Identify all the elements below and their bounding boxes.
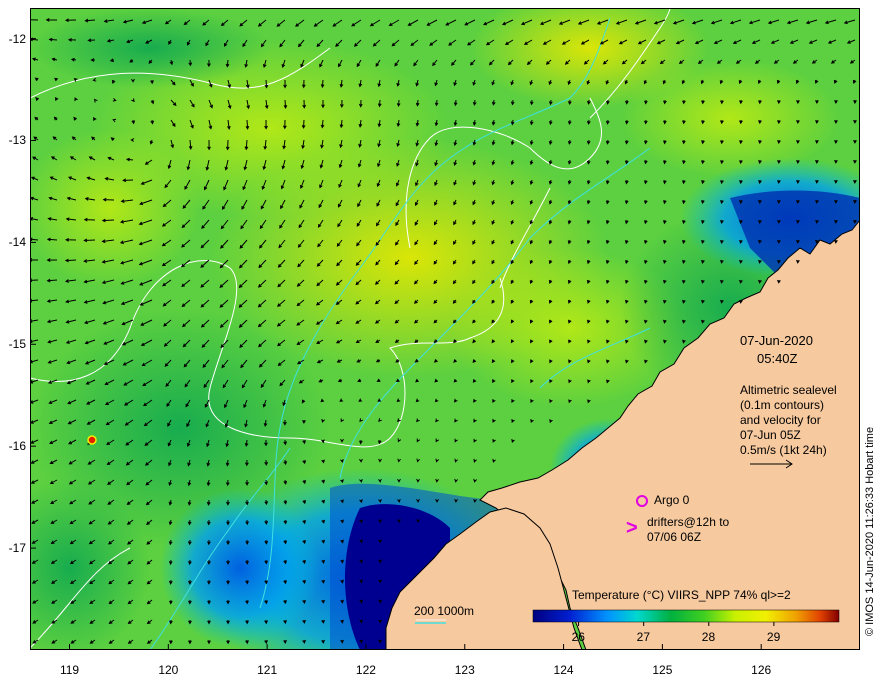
lon-tick-label: 126	[751, 663, 772, 677]
sst-cold-coastal	[160, 488, 320, 648]
sealevel-line: 07-Jun 05Z	[740, 428, 801, 442]
sealevel-line: Altimetric sealevel	[740, 383, 837, 397]
argo-label: Argo 0	[654, 493, 690, 507]
lat-tick-label: -15	[8, 337, 26, 352]
drifters-label-line1: drifters@12h to	[647, 515, 730, 529]
colorbar-tick-label: 29	[766, 630, 781, 644]
lon-tick-label: 120	[158, 663, 179, 677]
lon-tick-label: 123	[454, 663, 475, 677]
depth-legend-label: 200 1000m	[414, 604, 475, 618]
time-label: 05:40Z	[757, 351, 798, 366]
colorbar-tick-label: 27	[636, 630, 651, 644]
colorbar-title: Temperature (°C) VIIRS_NPP 74% ql>=2	[572, 588, 791, 602]
lat-tick-label: -16	[8, 439, 26, 454]
colorbar-tick-label: 26	[571, 630, 585, 644]
sealevel-line: and velocity for	[740, 413, 821, 427]
map-frame[interactable]	[30, 8, 860, 650]
sst-hot-spot	[87, 435, 97, 445]
lat-tick-label: -14	[8, 235, 26, 250]
drifter-symbol: >	[626, 517, 638, 539]
colorbar-tick-label: 28	[701, 630, 716, 644]
date-label: 07-Jun-2020	[740, 333, 813, 348]
lat-tick-label: -17	[8, 541, 26, 556]
colorbar	[532, 609, 840, 623]
lat-tick-label: -13	[8, 133, 26, 148]
lat-tick-label: -12	[8, 31, 26, 46]
lon-tick-label: 121	[257, 663, 278, 677]
credit-text: © IMOS 14-Jun-2020 11:26:33 Hobart time	[864, 426, 876, 636]
lon-tick-label: 119	[59, 663, 80, 677]
lon-tick-label: 125	[652, 663, 673, 677]
current-vector	[414, 339, 419, 343]
sealevel-line: 0.5m/s (1kt 24h)	[740, 443, 827, 457]
sealevel-line: (0.1m contours)	[740, 398, 825, 412]
sst-map[interactable]	[30, 8, 860, 650]
drifters-label-line2: 07/06 06Z	[647, 530, 702, 544]
lon-tick-label: 122	[355, 663, 376, 677]
lon-tick-label: 124	[553, 663, 574, 677]
